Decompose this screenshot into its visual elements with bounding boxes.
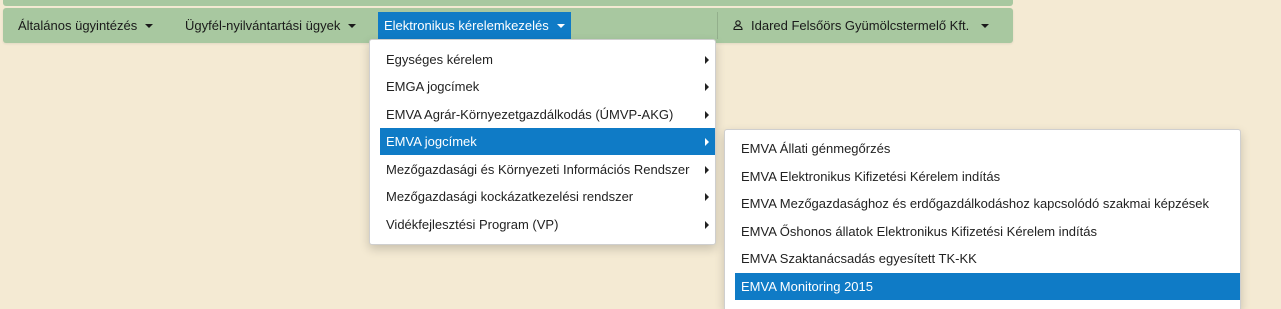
caret-down-icon bbox=[145, 23, 154, 28]
nav-item-label: Elektronikus kérelemkezelés bbox=[384, 18, 549, 33]
menu-item-emva-agrar-kornyezetgazdalkodas[interactable]: EMVA Agrár-Környezetgazdálkodás (ÚMVP-AK… bbox=[370, 101, 715, 128]
submenu-item-label: EMVA Monitoring 2015 bbox=[741, 279, 873, 294]
nav-item-altalanos-ugyintezes[interactable]: Általános ügyintézés bbox=[6, 8, 165, 43]
submenu-emva-jogcimek: EMVA Állati génmegőrzés EMVA Elektroniku… bbox=[724, 129, 1241, 309]
submenu-item-label: EMVA Elektronikus Kifizetési Kérelem ind… bbox=[741, 169, 1001, 184]
submenu-item-emva-szaktanacsadas[interactable]: EMVA Szaktanácsadás egyesített TK-KK bbox=[725, 245, 1240, 272]
menu-item-mezogazdasagi-es-kornyezeti-informacios-rendszer[interactable]: Mezőgazdasági és Környezeti Információs … bbox=[370, 156, 715, 183]
menu-item-mezogazdasagi-kockazatkezelesi-rendszer[interactable]: Mezőgazdasági kockázatkezelési rendszer bbox=[370, 183, 715, 210]
menu-item-label: Mezőgazdasági és Környezeti Információs … bbox=[386, 162, 690, 177]
menu-item-label: Egységes kérelem bbox=[386, 52, 493, 67]
menu-item-label: Mezőgazdasági kockázatkezelési rendszer bbox=[386, 189, 634, 204]
user-account-menu[interactable]: Idared Felsőörs Gyümölcstermelő Kft. bbox=[721, 8, 1001, 43]
chevron-right-icon bbox=[705, 192, 709, 201]
menu-item-label: EMVA jogcímek bbox=[386, 134, 477, 149]
caret-down-icon bbox=[348, 23, 357, 28]
submenu-item-label: EMVA Állati génmegőrzés bbox=[741, 141, 891, 156]
nav-item-label: Ügyfél-nyilvántartási ügyek bbox=[185, 18, 341, 33]
menu-item-emga-jogcimek[interactable]: EMGA jogcímek bbox=[370, 73, 715, 100]
nav-item-label: Általános ügyintézés bbox=[18, 18, 138, 33]
chevron-right-icon bbox=[705, 110, 709, 119]
nav-item-elektronikus-kerelemkezeles[interactable]: Elektronikus kérelemkezelés bbox=[378, 12, 571, 39]
user-name: Idared Felsőörs Gyümölcstermelő Kft. bbox=[751, 18, 970, 33]
menu-item-egyseges-kerelem[interactable]: Egységes kérelem bbox=[370, 46, 715, 73]
submenu-item-emva-szakmai-kepzesek[interactable]: EMVA Mezőgazdasághoz és erdőgazdálkodásh… bbox=[725, 190, 1240, 217]
menu-item-label: EMGA jogcímek bbox=[386, 79, 480, 94]
submenu-item-emva-monitoring-2015[interactable]: EMVA Monitoring 2015 bbox=[735, 273, 1240, 300]
submenu-item-label: EMVA Szaktanácsadás egyesített TK-KK bbox=[741, 251, 977, 266]
dropdown-menu-elektronikus-kerelemkezeles: Egységes kérelem EMGA jogcímek EMVA Agrá… bbox=[369, 39, 716, 245]
caret-down-icon bbox=[981, 23, 990, 28]
submenu-item-emva-allati-genmegorzes[interactable]: EMVA Állati génmegőrzés bbox=[725, 135, 1240, 162]
navbar-divider bbox=[717, 12, 718, 39]
chevron-right-icon bbox=[705, 165, 709, 174]
caret-down-icon bbox=[556, 23, 565, 28]
navbar-top-strip bbox=[3, 0, 1013, 6]
menu-item-label: EMVA Agrár-Környezetgazdálkodás (ÚMVP-AK… bbox=[386, 107, 674, 122]
submenu-item-label: EMVA Őshonos állatok Elektronikus Kifize… bbox=[741, 224, 1097, 239]
main-navbar: Általános ügyintézés Ügyfél-nyilvántartá… bbox=[3, 8, 1013, 43]
chevron-right-icon bbox=[705, 55, 709, 64]
submenu-item-emva-oshonos-allatok[interactable]: EMVA Őshonos állatok Elektronikus Kifize… bbox=[725, 218, 1240, 245]
menu-item-videkfejlesztesi-program[interactable]: Vidékfejlesztési Program (VP) bbox=[370, 211, 715, 238]
menu-item-emva-jogcimek[interactable]: EMVA jogcímek bbox=[380, 128, 715, 155]
submenu-item-label: EMVA Mezőgazdasághoz és erdőgazdálkodásh… bbox=[741, 196, 1210, 211]
chevron-right-icon bbox=[705, 82, 709, 91]
submenu-item-emva-elektronikus-kifizetesi-kerelem[interactable]: EMVA Elektronikus Kifizetési Kérelem ind… bbox=[725, 163, 1240, 190]
user-icon bbox=[733, 20, 743, 31]
chevron-right-icon bbox=[705, 137, 709, 146]
chevron-right-icon bbox=[705, 220, 709, 229]
nav-item-ugyfel-nyilvantartasi-ugyek[interactable]: Ügyfél-nyilvántartási ügyek bbox=[173, 8, 368, 43]
menu-item-label: Vidékfejlesztési Program (VP) bbox=[386, 217, 559, 232]
